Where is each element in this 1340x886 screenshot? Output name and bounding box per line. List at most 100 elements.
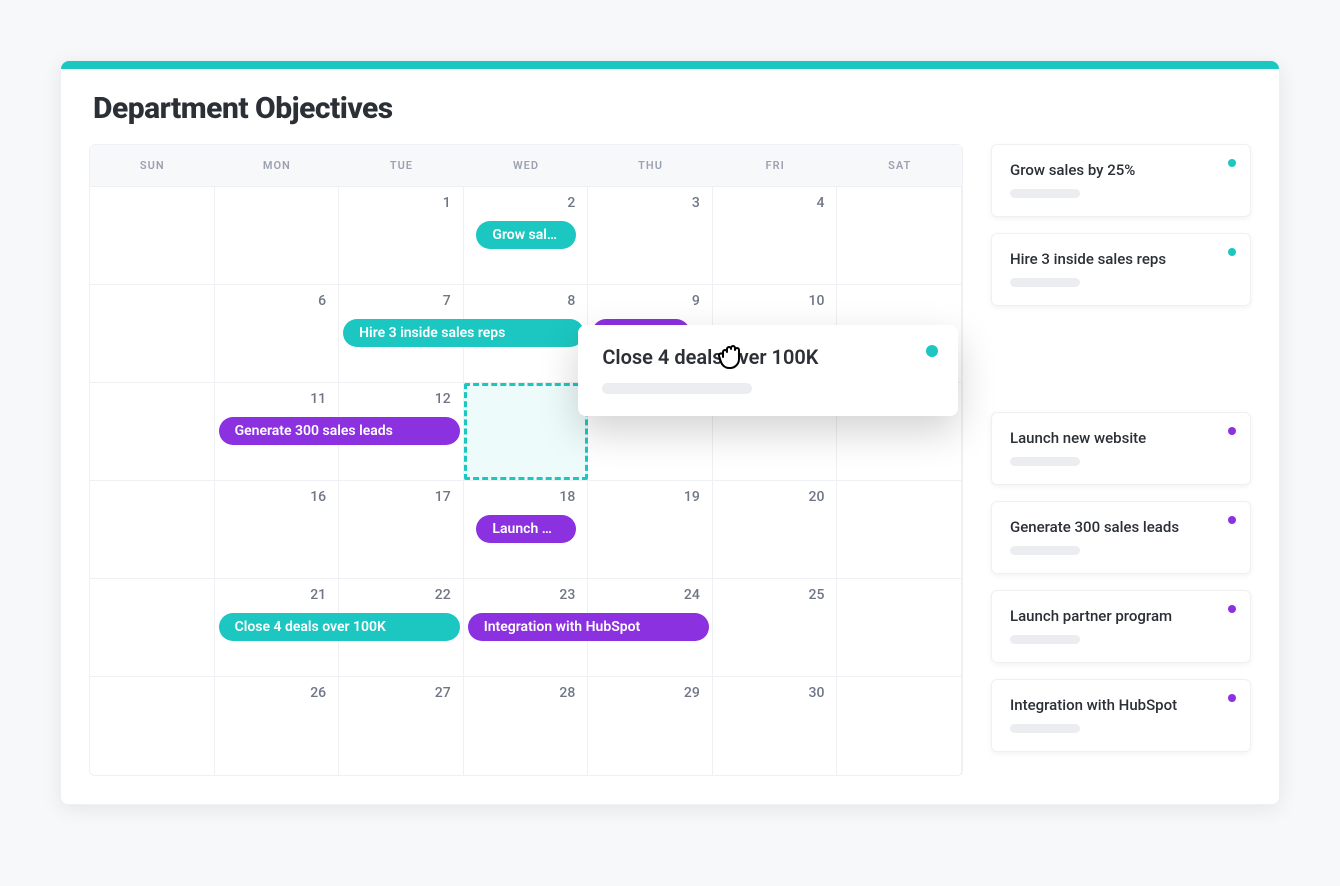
dow-label: FRI — [713, 145, 838, 186]
day-number: 6 — [318, 293, 326, 309]
calendar-day[interactable] — [90, 579, 215, 676]
calendar-day[interactable] — [215, 187, 340, 284]
placeholder-bar — [1010, 724, 1080, 733]
calendar-event[interactable]: Grow sales b... — [476, 221, 575, 249]
calendar-week: 1 2 3 4 Grow sales b... — [90, 187, 962, 285]
status-dot — [1228, 248, 1236, 256]
calendar-day[interactable]: 3 — [588, 187, 713, 284]
day-number: 28 — [559, 685, 575, 701]
day-number: 11 — [310, 391, 326, 407]
calendar-day[interactable]: 1 — [339, 187, 464, 284]
dow-label: SAT — [837, 145, 962, 186]
day-number: 7 — [443, 293, 451, 309]
calendar-day[interactable]: 20 — [713, 481, 838, 578]
drag-card[interactable]: Close 4 deals over 100K — [578, 325, 958, 416]
calendar-week: 6 7 8 9 10 Hire 3 inside sales reps Close 4 de… — [90, 285, 962, 383]
sidebar-card-title: Hire 3 inside sales reps — [1010, 250, 1232, 268]
dow-label: THU — [588, 145, 713, 186]
dow-label: SUN — [90, 145, 215, 186]
placeholder-bar — [1010, 635, 1080, 644]
calendar-day[interactable] — [90, 677, 215, 775]
day-number: 27 — [435, 685, 451, 701]
calendar-day[interactable] — [90, 481, 215, 578]
status-dot — [1228, 694, 1236, 702]
day-number: 10 — [809, 293, 825, 309]
sidebar: Grow sales by 25% Hire 3 inside sales rep… — [991, 144, 1251, 776]
calendar-day[interactable] — [464, 383, 589, 480]
day-number: 26 — [310, 685, 326, 701]
sidebar-card[interactable]: Launch partner program — [991, 590, 1251, 663]
calendar-event[interactable]: Integration with HubSpot — [468, 613, 709, 641]
calendar-day[interactable]: 27 — [339, 677, 464, 775]
calendar-event[interactable]: Launch part... — [476, 515, 575, 543]
sidebar-card-ghost — [991, 322, 1251, 396]
calendar-day[interactable]: 28 — [464, 677, 589, 775]
sidebar-card[interactable]: Hire 3 inside sales reps — [991, 233, 1251, 306]
grab-hand-icon — [713, 337, 749, 377]
calendar-day[interactable]: 26 — [215, 677, 340, 775]
day-number: 8 — [567, 293, 575, 309]
calendar-event[interactable]: Generate 300 sales leads — [219, 417, 460, 445]
content: SUNMONTUEWEDTHUFRISAT1234Grow sales b...… — [61, 144, 1279, 804]
day-number: 19 — [684, 489, 700, 505]
calendar-week: 16 17 18 19 20 Launch part... — [90, 481, 962, 579]
placeholder-bar — [1010, 457, 1080, 466]
sidebar-card-title: Launch new website — [1010, 429, 1232, 447]
sidebar-card[interactable]: Generate 300 sales leads — [991, 501, 1251, 574]
day-number: 12 — [435, 391, 451, 407]
status-dot — [1228, 159, 1236, 167]
calendar-day[interactable] — [837, 677, 962, 775]
status-dot — [1228, 427, 1236, 435]
day-number: 2 — [567, 195, 575, 211]
sidebar-card[interactable]: Launch new website — [991, 412, 1251, 485]
dow-label: WED — [464, 145, 589, 186]
sidebar-card-title: Generate 300 sales leads — [1010, 518, 1232, 536]
calendar-event[interactable]: Hire 3 inside sales reps — [343, 319, 584, 347]
calendar-week: 21 22 23 24 25 Close 4 deals over 100K Integra… — [90, 579, 962, 677]
placeholder-bar — [1010, 189, 1080, 198]
calendar-day[interactable] — [837, 481, 962, 578]
calendar-day[interactable]: 30 — [713, 677, 838, 775]
day-number: 9 — [692, 293, 700, 309]
calendar-day[interactable] — [90, 285, 215, 382]
calendar[interactable]: SUNMONTUEWEDTHUFRISAT1234Grow sales b...… — [89, 144, 963, 776]
calendar-day[interactable]: 25 — [713, 579, 838, 676]
calendar-day[interactable] — [837, 579, 962, 676]
day-number: 30 — [809, 685, 825, 701]
calendar-day[interactable]: 16 — [215, 481, 340, 578]
title-area: Department Objectives — [61, 69, 1279, 144]
sidebar-card-title: Integration with HubSpot — [1010, 696, 1232, 714]
sidebar-card[interactable]: Grow sales by 25% — [991, 144, 1251, 217]
day-number: 16 — [310, 489, 326, 505]
calendar-day[interactable]: 17 — [339, 481, 464, 578]
calendar-day[interactable] — [837, 187, 962, 284]
calendar-day[interactable]: 29 — [588, 677, 713, 775]
calendar-day[interactable]: 6 — [215, 285, 340, 382]
sidebar-card[interactable]: Integration with HubSpot — [991, 679, 1251, 752]
day-number: 22 — [435, 587, 451, 603]
day-number: 17 — [435, 489, 451, 505]
app-window: Department Objectives SUNMONTUEWEDTHUFRI… — [60, 60, 1280, 805]
day-number: 23 — [559, 587, 575, 603]
sidebar-card-title: Launch partner program — [1010, 607, 1232, 625]
page-title: Department Objectives — [93, 91, 1247, 126]
day-number: 25 — [809, 587, 825, 603]
dow-row: SUNMONTUEWEDTHUFRISAT — [90, 145, 962, 187]
drag-card-title: Close 4 deals over 100K — [602, 345, 934, 369]
placeholder-bar — [1010, 546, 1080, 555]
calendar-day[interactable]: 4 — [713, 187, 838, 284]
dow-label: MON — [215, 145, 340, 186]
status-dot — [1228, 605, 1236, 613]
day-number: 4 — [816, 195, 824, 211]
calendar-event[interactable]: Close 4 deals over 100K — [219, 613, 460, 641]
day-number: 18 — [559, 489, 575, 505]
day-number: 29 — [684, 685, 700, 701]
calendar-day[interactable] — [90, 383, 215, 480]
calendar-day[interactable] — [90, 187, 215, 284]
day-number: 21 — [310, 587, 326, 603]
calendar-day[interactable]: 19 — [588, 481, 713, 578]
day-number: 3 — [692, 195, 700, 211]
day-number: 1 — [443, 195, 451, 211]
calendar-wrap: SUNMONTUEWEDTHUFRISAT1234Grow sales b...… — [89, 144, 963, 776]
day-number: 24 — [684, 587, 700, 603]
